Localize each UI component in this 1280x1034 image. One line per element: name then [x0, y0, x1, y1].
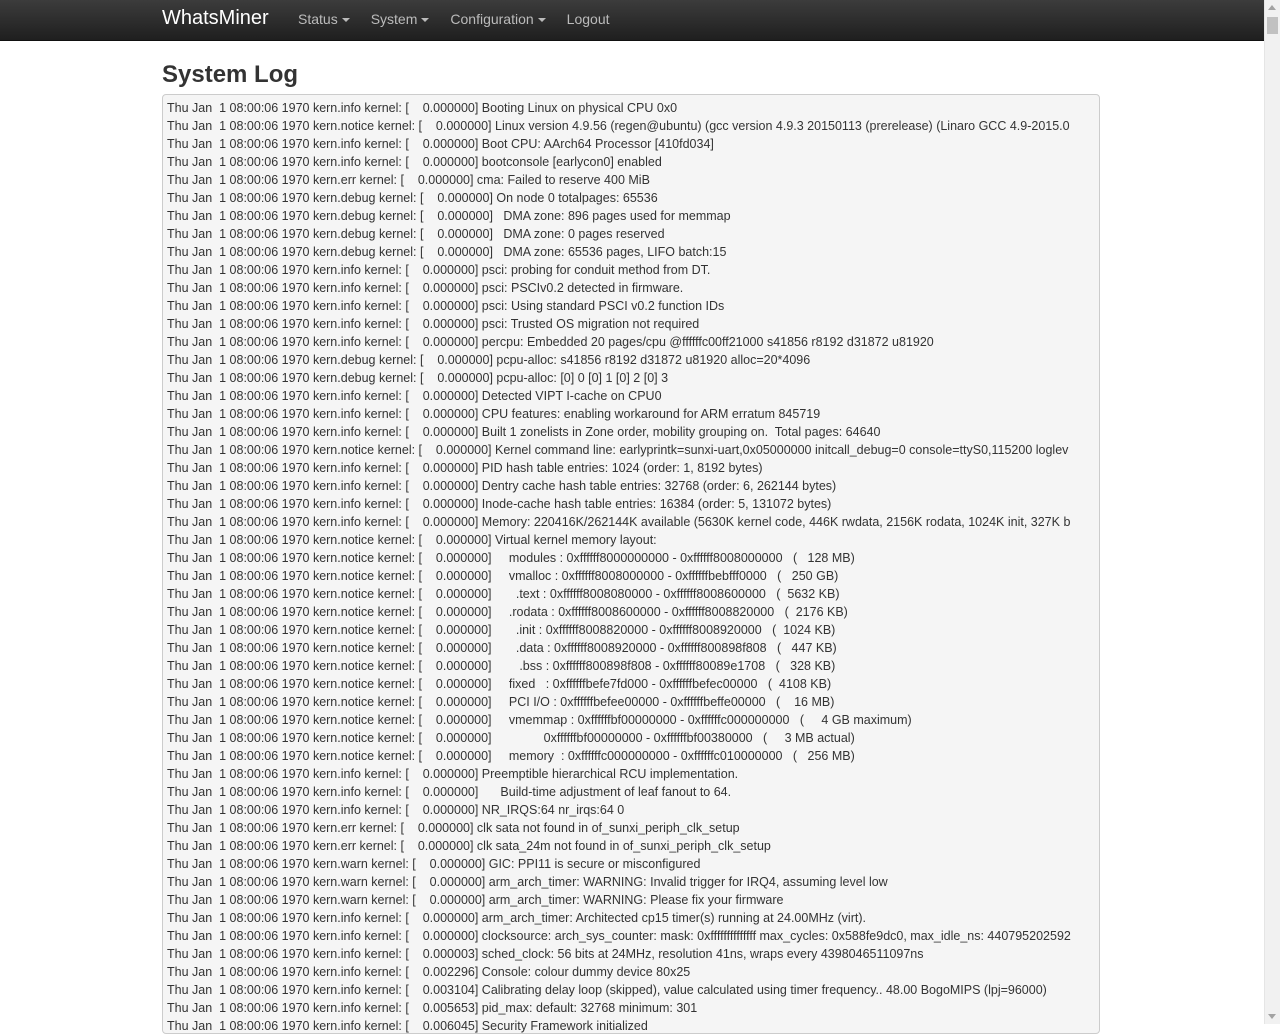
log-line: Thu Jan 1 08:00:06 1970 kern.notice kern…	[167, 713, 912, 727]
scroll-thumb[interactable]	[1267, 17, 1278, 34]
log-line: Thu Jan 1 08:00:06 1970 kern.info kernel…	[167, 1019, 648, 1033]
log-line: Thu Jan 1 08:00:06 1970 kern.info kernel…	[167, 461, 763, 475]
log-line: Thu Jan 1 08:00:06 1970 kern.notice kern…	[167, 731, 855, 745]
log-line: Thu Jan 1 08:00:06 1970 kern.notice kern…	[167, 641, 837, 655]
page-scrollbar[interactable]	[1264, 0, 1280, 1024]
nav-configuration-menu[interactable]: Configuration	[450, 0, 546, 40]
log-line: Thu Jan 1 08:00:06 1970 kern.info kernel…	[167, 299, 725, 313]
log-line: Thu Jan 1 08:00:06 1970 kern.info kernel…	[167, 767, 739, 781]
log-line: Thu Jan 1 08:00:06 1970 kern.notice kern…	[167, 443, 1069, 457]
main-nav: Status System Configuration Logout	[298, 0, 631, 40]
log-line: Thu Jan 1 08:00:06 1970 kern.info kernel…	[167, 425, 881, 439]
caret-down-icon	[421, 18, 430, 23]
log-line: Thu Jan 1 08:00:06 1970 kern.info kernel…	[167, 497, 832, 511]
log-line: Thu Jan 1 08:00:06 1970 kern.notice kern…	[167, 605, 848, 619]
log-line: Thu Jan 1 08:00:06 1970 kern.info kernel…	[167, 335, 934, 349]
log-line: Thu Jan 1 08:00:06 1970 kern.info kernel…	[167, 317, 700, 331]
log-line: Thu Jan 1 08:00:06 1970 kern.notice kern…	[167, 659, 836, 673]
log-line: Thu Jan 1 08:00:06 1970 kern.debug kerne…	[167, 227, 665, 241]
log-line: Thu Jan 1 08:00:06 1970 kern.info kernel…	[167, 389, 662, 403]
log-line: Thu Jan 1 08:00:06 1970 kern.notice kern…	[167, 749, 855, 763]
log-line: Thu Jan 1 08:00:06 1970 kern.info kernel…	[167, 515, 1071, 529]
nav-system-label: System	[370, 11, 418, 27]
log-line: Thu Jan 1 08:00:06 1970 kern.warn kernel…	[167, 893, 784, 907]
nav-logout-label: Logout	[566, 11, 610, 27]
log-line: Thu Jan 1 08:00:06 1970 kern.info kernel…	[167, 101, 678, 115]
log-line: Thu Jan 1 08:00:06 1970 kern.info kernel…	[167, 1001, 698, 1015]
log-line: Thu Jan 1 08:00:06 1970 kern.err kernel:…	[167, 821, 740, 835]
caret-down-icon	[537, 18, 546, 23]
log-line: Thu Jan 1 08:00:06 1970 kern.debug kerne…	[167, 245, 727, 259]
system-log-textarea[interactable]: Thu Jan 1 08:00:06 1970 kern.info kernel…	[162, 94, 1100, 1034]
log-line: Thu Jan 1 08:00:06 1970 kern.info kernel…	[167, 407, 821, 421]
log-line: Thu Jan 1 08:00:06 1970 kern.err kernel:…	[167, 173, 650, 187]
log-line: Thu Jan 1 08:00:06 1970 kern.warn kernel…	[167, 857, 701, 871]
log-line: Thu Jan 1 08:00:06 1970 kern.info kernel…	[167, 263, 711, 277]
log-line: Thu Jan 1 08:00:06 1970 kern.debug kerne…	[167, 353, 811, 367]
log-line: Thu Jan 1 08:00:06 1970 kern.info kernel…	[167, 929, 1071, 943]
log-line: Thu Jan 1 08:00:06 1970 kern.notice kern…	[167, 119, 1070, 133]
log-line: Thu Jan 1 08:00:06 1970 kern.notice kern…	[167, 587, 840, 601]
log-line: Thu Jan 1 08:00:06 1970 kern.warn kernel…	[167, 875, 888, 889]
page-title: System Log	[162, 61, 299, 88]
log-line: Thu Jan 1 08:00:06 1970 kern.info kernel…	[167, 983, 1047, 997]
log-line: Thu Jan 1 08:00:06 1970 kern.notice kern…	[167, 569, 839, 583]
log-line: Thu Jan 1 08:00:06 1970 kern.notice kern…	[167, 695, 835, 709]
log-line: Thu Jan 1 08:00:06 1970 kern.info kernel…	[167, 803, 625, 817]
nav-status-label: Status	[298, 11, 338, 27]
top-navbar: WhatsMiner Status System Configuration L…	[0, 0, 1264, 41]
log-line: Thu Jan 1 08:00:06 1970 kern.info kernel…	[167, 947, 924, 961]
nav-status-menu[interactable]: Status	[298, 0, 350, 40]
log-line: Thu Jan 1 08:00:06 1970 kern.info kernel…	[167, 155, 662, 169]
log-line: Thu Jan 1 08:00:06 1970 kern.notice kern…	[167, 533, 657, 547]
log-line: Thu Jan 1 08:00:06 1970 kern.notice kern…	[167, 551, 855, 565]
caret-down-icon	[341, 18, 350, 23]
log-line: Thu Jan 1 08:00:06 1970 kern.notice kern…	[167, 623, 836, 637]
log-line: Thu Jan 1 08:00:06 1970 kern.debug kerne…	[167, 371, 669, 385]
scroll-up-icon[interactable]	[1268, 5, 1276, 10]
log-line: Thu Jan 1 08:00:06 1970 kern.info kernel…	[167, 785, 732, 799]
log-line: Thu Jan 1 08:00:06 1970 kern.info kernel…	[167, 281, 684, 295]
log-line: Thu Jan 1 08:00:06 1970 kern.info kernel…	[167, 911, 866, 925]
log-line: Thu Jan 1 08:00:06 1970 kern.info kernel…	[167, 965, 691, 979]
nav-configuration-label: Configuration	[450, 11, 534, 27]
log-line: Thu Jan 1 08:00:06 1970 kern.debug kerne…	[167, 209, 731, 223]
log-line: Thu Jan 1 08:00:06 1970 kern.info kernel…	[167, 137, 714, 151]
log-line: Thu Jan 1 08:00:06 1970 kern.info kernel…	[167, 479, 837, 493]
nav-system-menu[interactable]: System	[371, 0, 430, 40]
brand-logo[interactable]: WhatsMiner	[162, 7, 269, 30]
log-line: Thu Jan 1 08:00:06 1970 kern.notice kern…	[167, 677, 832, 691]
nav-logout-link[interactable]: Logout	[567, 0, 610, 40]
scroll-down-icon[interactable]	[1268, 1014, 1276, 1019]
log-line: Thu Jan 1 08:00:06 1970 kern.err kernel:…	[167, 839, 771, 853]
log-line: Thu Jan 1 08:00:06 1970 kern.debug kerne…	[167, 191, 658, 205]
